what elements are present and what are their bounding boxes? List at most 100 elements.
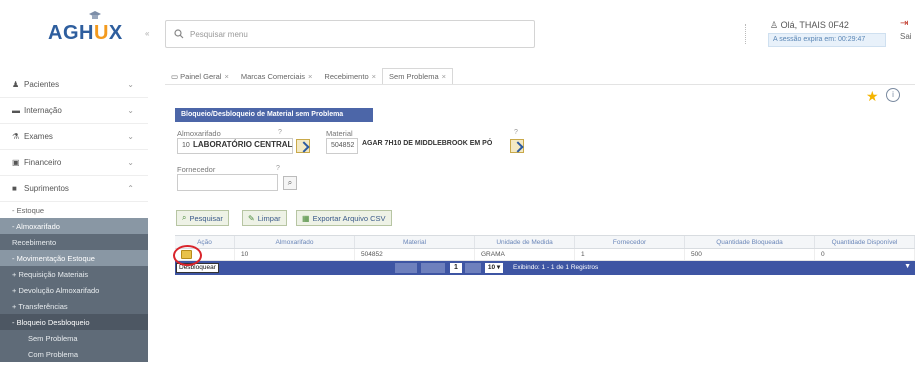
chevron-down-icon: ⌄ xyxy=(127,80,134,89)
tab-marcas-comerciais[interactable]: Marcas Comerciais × xyxy=(235,69,319,84)
close-icon[interactable]: × xyxy=(308,72,312,81)
close-icon[interactable]: × xyxy=(442,72,446,81)
pesquisar-label: Pesquisar xyxy=(189,213,223,223)
sidebar-item-internacao[interactable]: ▬ Internação ⌄ xyxy=(0,98,148,124)
logo-text-main: AGH xyxy=(48,22,94,44)
sidebar-sub-transferencias[interactable]: + Transferências xyxy=(0,298,148,314)
pager-current-page[interactable]: 1 xyxy=(450,263,462,273)
aghux-logo[interactable]: AGHUX xyxy=(48,22,123,45)
menu-search-input[interactable]: Pesquisar menu xyxy=(165,20,535,48)
sidebar-sub-com-problema[interactable]: Com Problema xyxy=(0,346,148,362)
table-row[interactable]: 10 504852 GRAMA 1 500 0 xyxy=(175,249,915,261)
almoxarifado-help-icon[interactable]: ? xyxy=(278,129,282,136)
tab-painel-geral[interactable]: ▭ Painel Geral × xyxy=(165,69,235,84)
limpar-label: Limpar xyxy=(257,213,281,223)
logo-area: AGHUX xyxy=(0,0,148,60)
tab-label: Recebimento xyxy=(324,72,369,81)
favorite-star-icon[interactable]: ★ xyxy=(866,88,879,105)
sidebar-sub-almoxarifado[interactable]: - Almoxarifado xyxy=(0,218,148,234)
graduation-hat-icon xyxy=(89,11,101,19)
cell-unidade: GRAMA xyxy=(475,249,575,260)
results-table: Ação Almoxarifado Material Unidade de Me… xyxy=(175,235,915,275)
exportar-csv-button[interactable]: ▦ Exportar Arquivo CSV xyxy=(296,210,392,226)
limpar-button[interactable]: ✎ Limpar xyxy=(242,210,287,226)
material-pick-button[interactable] xyxy=(510,139,524,153)
col-material[interactable]: Material xyxy=(355,236,475,248)
search-icon xyxy=(174,29,184,39)
material-help-icon[interactable]: ? xyxy=(514,129,518,136)
logout-button[interactable]: ⇥ Sai xyxy=(900,18,915,48)
cell-fornecedor: 1 xyxy=(575,249,685,260)
sidebar-sub-movimentacao[interactable]: - Movimentação Estoque xyxy=(0,250,148,266)
col-qtd-disponivel[interactable]: Quantidade Disponível xyxy=(815,236,915,248)
page-size-select[interactable]: 10 ▾ xyxy=(485,263,503,273)
sidebar-item-label: Exames xyxy=(24,132,53,141)
almoxarifado-pick-button[interactable] xyxy=(296,139,310,153)
chevron-down-icon: ⌄ xyxy=(127,106,134,115)
material-name: AGAR 7H10 DE MIDDLEBROOK EM PÓ xyxy=(362,140,493,147)
close-icon[interactable]: × xyxy=(372,72,376,81)
fornecedor-help-icon[interactable]: ? xyxy=(276,165,280,172)
col-almoxarifado[interactable]: Almoxarifado xyxy=(235,236,355,248)
sidebar-sub-requisicao[interactable]: + Requisição Materiais xyxy=(0,266,148,282)
panel-title: Bloqueio/Desbloqueio de Material sem Pro… xyxy=(175,108,373,122)
col-unidade[interactable]: Unidade de Medida xyxy=(475,236,575,248)
header-divider xyxy=(745,24,749,44)
exportar-label: Exportar Arquivo CSV xyxy=(312,213,386,223)
logo-text-accent: U xyxy=(93,22,109,44)
spreadsheet-icon: ▦ xyxy=(302,213,310,223)
sidebar-item-label: Financeiro xyxy=(24,158,62,167)
chevron-down-icon: ⌄ xyxy=(127,132,134,141)
fornecedor-label: Fornecedor xyxy=(177,165,216,174)
sidebar-item-suprimentos[interactable]: ■ Suprimentos ⌃ xyxy=(0,176,148,202)
tab-sem-problema[interactable]: Sem Problema × xyxy=(382,68,454,85)
cell-almoxarifado: 10 xyxy=(235,249,355,260)
tab-label: Sem Problema xyxy=(389,72,439,81)
flask-icon: ⚗ xyxy=(12,132,20,141)
pesquisar-button[interactable]: ⌕ Pesquisar xyxy=(176,210,229,226)
sidebar-item-label: Internação xyxy=(24,106,62,115)
sidebar-sub-devolucao[interactable]: + Devolução Almoxarifado xyxy=(0,282,148,298)
pager-prev-button[interactable] xyxy=(421,263,445,273)
almoxarifado-label: Almoxarifado xyxy=(177,129,221,138)
info-icon[interactable]: i xyxy=(886,88,900,102)
tab-label: Painel Geral xyxy=(180,72,222,81)
col-qtd-bloqueada[interactable]: Quantidade Bloqueada xyxy=(685,236,815,248)
tab-bar: ▭ Painel Geral × Marcas Comerciais × Receb… xyxy=(165,65,490,85)
cell-qtd-bloqueada: 500 xyxy=(685,249,815,260)
fornecedor-search-button[interactable]: ⌕ xyxy=(283,176,297,190)
filter-icon[interactable]: ▼ xyxy=(904,263,911,270)
search-placeholder: Pesquisar menu xyxy=(190,29,248,39)
session-timer: A sessão expira em: 00:29:47 xyxy=(768,33,886,47)
sidebar-sub-bloqueio[interactable]: - Bloqueio Desbloqueio xyxy=(0,314,148,330)
sidebar-sub-sem-problema[interactable]: Sem Problema xyxy=(0,330,148,346)
money-icon: ▣ xyxy=(12,158,20,167)
cell-material: 504852 xyxy=(355,249,475,260)
user-box[interactable]: ♙ Olá, THAIS 0F42 A sessão expira em: 00… xyxy=(760,18,886,50)
user-greeting[interactable]: ♙ Olá, THAIS 0F42 xyxy=(770,20,849,31)
sidebar-collapse-icon[interactable]: « xyxy=(145,29,149,38)
eraser-icon: ✎ xyxy=(248,213,255,223)
tab-recebimento[interactable]: Recebimento × xyxy=(318,69,382,84)
sidebar: ♟ Pacientes ⌄ ▬ Internação ⌄ ⚗ Exames ⌄ … xyxy=(0,72,148,365)
sidebar-item-exames[interactable]: ⚗ Exames ⌄ xyxy=(0,124,148,150)
chevron-up-icon: ⌃ xyxy=(127,184,134,193)
pager-next-button[interactable] xyxy=(465,263,481,273)
table-header: Ação Almoxarifado Material Unidade de Me… xyxy=(175,235,915,249)
sidebar-item-financeiro[interactable]: ▣ Financeiro ⌄ xyxy=(0,150,148,176)
user-icon: ♙ xyxy=(770,20,781,30)
almoxarifado-code: 10 xyxy=(182,142,190,149)
sidebar-item-label: Pacientes xyxy=(24,80,60,89)
pager-first-button[interactable] xyxy=(395,263,417,273)
highlight-circle xyxy=(173,245,202,266)
material-code-field[interactable]: 504852 xyxy=(326,138,358,154)
sidebar-sub-recebimento[interactable]: Recebimento xyxy=(0,234,148,250)
logout-label: Sai xyxy=(900,32,912,41)
sidebar-sub-estoque[interactable]: - Estoque xyxy=(0,202,148,218)
close-icon[interactable]: × xyxy=(224,72,228,81)
fornecedor-field[interactable] xyxy=(177,174,278,191)
pager-summary: Exibindo: 1 - 1 de 1 Registros xyxy=(513,264,599,271)
material-label: Material xyxy=(326,129,353,138)
sidebar-item-pacientes[interactable]: ♟ Pacientes ⌄ xyxy=(0,72,148,98)
col-fornecedor[interactable]: Fornecedor xyxy=(575,236,685,248)
